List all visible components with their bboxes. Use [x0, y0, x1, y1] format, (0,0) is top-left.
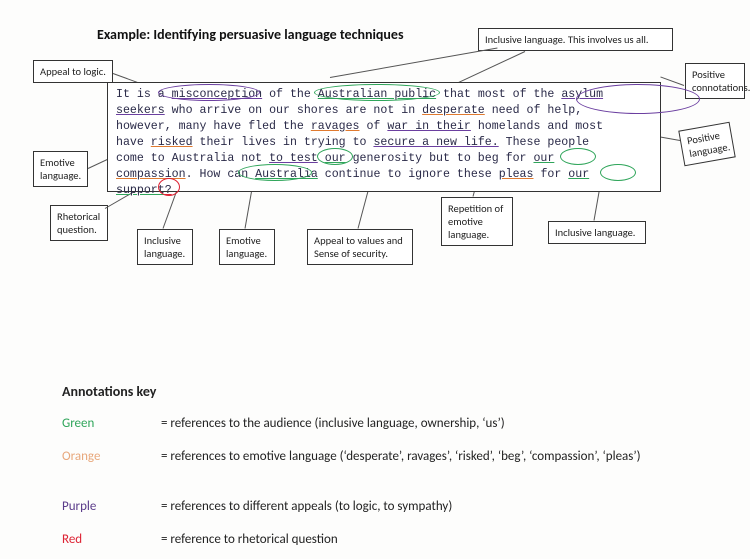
key-row-purple: Purple = references to different appeals…	[62, 498, 681, 515]
word-to-test: to test	[269, 152, 318, 165]
t: that most of the	[436, 88, 561, 101]
t: continue to ignore these	[318, 168, 499, 181]
leader-line	[660, 76, 684, 85]
annotation-appeal-logic: Appeal to logic.	[33, 60, 113, 83]
page-title: Example: Identifying persuasive language…	[97, 26, 404, 43]
word-australian-public: Australian public	[318, 88, 436, 101]
t: need of help,	[485, 104, 582, 117]
key-text: = references to different appeals (to lo…	[161, 498, 681, 515]
word-secure-new-life: secure a new life.	[373, 136, 498, 149]
key-label: Green	[62, 415, 158, 432]
t: however, many have fled the	[116, 120, 311, 133]
key-label: Red	[62, 531, 158, 548]
key-text: = reference to rhetorical question	[161, 531, 681, 548]
annotation-positive-connotations: Positive connotations.	[685, 63, 745, 99]
t: of	[360, 120, 388, 133]
passage-line-6: compassion. How can Australia continue t…	[116, 167, 650, 183]
word-desperate: desperate	[422, 104, 485, 117]
annotation-positive-language: Positive language.	[678, 122, 735, 166]
word-misconception: misconception	[172, 88, 262, 101]
annotation-emotive-left: Emotive language.	[33, 151, 88, 187]
word-our-3: our	[568, 168, 589, 181]
annotation-repetition: Repetition of emotive language.	[441, 197, 513, 246]
word-our-2: our	[533, 152, 554, 165]
key-title: Annotations key	[62, 383, 156, 400]
word-pleas: pleas	[499, 168, 534, 181]
passage-line-2: seekers who arrive on our shores are not…	[116, 103, 650, 119]
t: . How can	[186, 168, 256, 181]
t: their lives in trying to	[193, 136, 374, 149]
worksheet-page: Example: Identifying persuasive language…	[0, 0, 750, 559]
annotation-inclusive-right: Inclusive language.	[548, 221, 646, 244]
t: who arrive on our shores are not in	[165, 104, 422, 117]
t: It is a	[116, 88, 172, 101]
key-label: Orange	[62, 448, 158, 465]
passage-line-3: however, many have fled the ravages of w…	[116, 119, 650, 135]
key-row-orange: Orange = references to emotive language …	[62, 448, 681, 465]
word-war-in-their: war in their	[387, 120, 471, 133]
key-row-green: Green = references to the audience (incl…	[62, 415, 681, 432]
key-row-red: Red = reference to rhetorical question	[62, 531, 681, 548]
word-australia: Australia	[255, 168, 318, 181]
leader-line	[330, 47, 498, 78]
leader-line	[452, 51, 525, 86]
t: generosity but to beg for	[346, 152, 534, 165]
key-text: = references to the audience (inclusive …	[161, 415, 681, 432]
word-risked: risked	[151, 136, 193, 149]
annotation-appeal-values: Appeal to values and Sense of security.	[307, 229, 413, 265]
word-support: support	[116, 184, 165, 197]
word-our-1: our	[325, 152, 346, 165]
t: come to Australia not	[116, 152, 269, 165]
word-seekers: seekers	[116, 104, 165, 117]
passage-line-4: have risked their lives in trying to sec…	[116, 135, 650, 151]
key-label: Purple	[62, 498, 158, 515]
t: homelands and most	[471, 120, 603, 133]
t: for	[533, 168, 568, 181]
passage-line-7: support?	[116, 183, 650, 199]
annotation-rhetorical: Rhetorical question.	[50, 205, 108, 241]
t: These people	[499, 136, 589, 149]
word-ravages: ravages	[311, 120, 360, 133]
annotation-emotive-bottom: Emotive language.	[219, 229, 275, 265]
key-text: = references to emotive language (‘despe…	[161, 448, 681, 465]
t	[318, 152, 325, 165]
t: have	[116, 136, 151, 149]
word-asylum: asylum	[561, 88, 603, 101]
passage-line-5: come to Australia not to test our genero…	[116, 151, 650, 167]
word-compassion: compassion	[116, 168, 186, 181]
annotation-inclusive-bottom: Inclusive language.	[137, 229, 193, 265]
passage-line-1: It is a misconception of the Australian …	[116, 87, 650, 103]
word-qmark: ?	[165, 184, 172, 197]
t: of the	[262, 88, 318, 101]
passage-box: It is a misconception of the Australian …	[107, 82, 661, 192]
annotation-inclusive-top: Inclusive language. This involves us all…	[478, 28, 673, 51]
